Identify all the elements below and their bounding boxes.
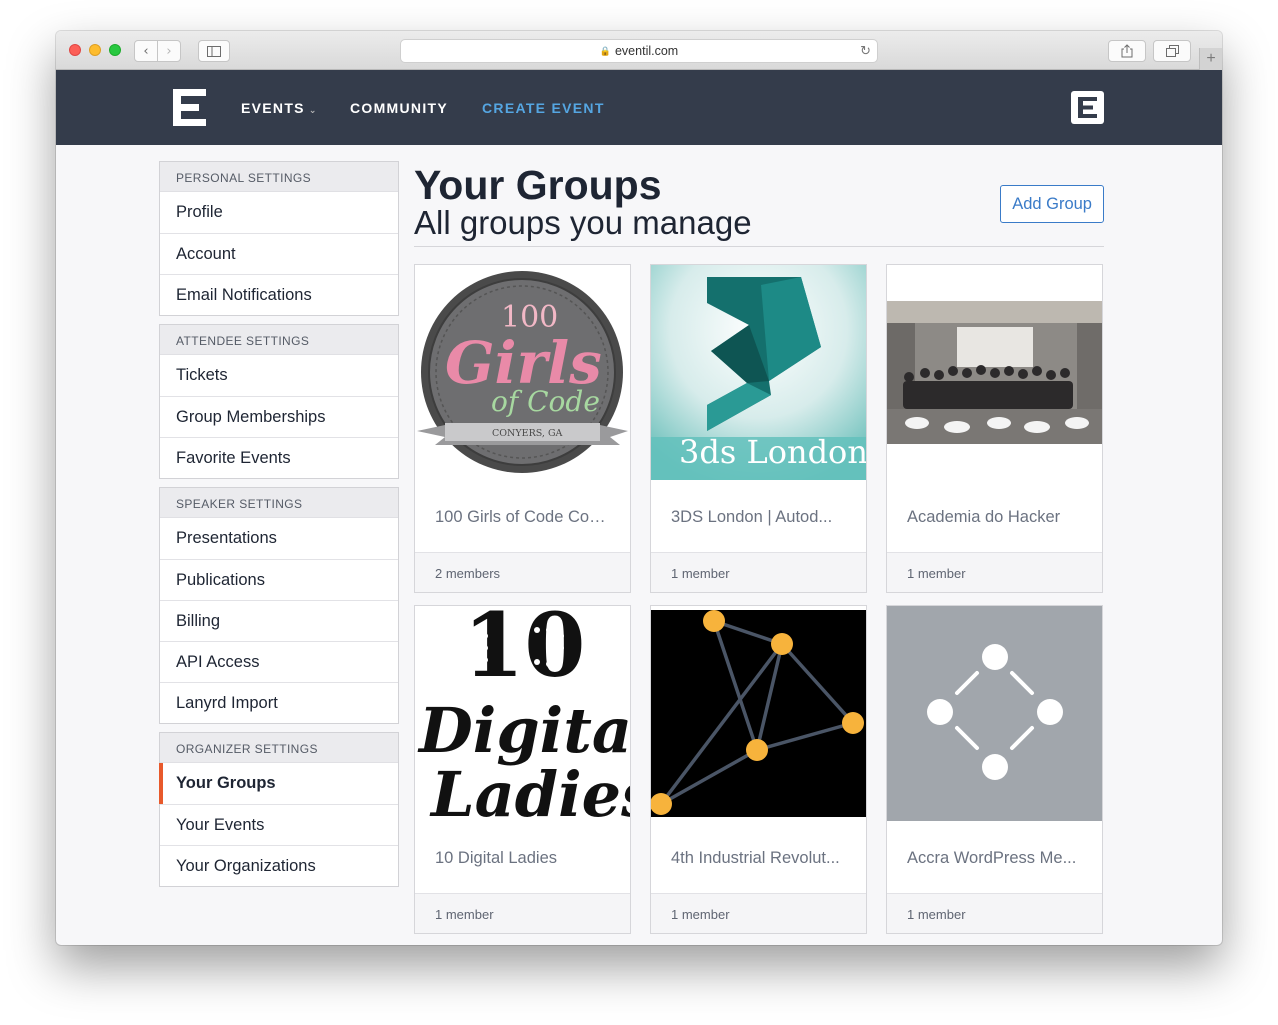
group-image-10-digital-ladies: 10 Digital Ladies [415,606,630,821]
nav-create-event[interactable]: CREATE EVENT [482,100,605,116]
nav-events-label: EVENTS [241,100,305,116]
group-name[interactable]: Academia do Hacker [887,480,1102,552]
group-card[interactable]: 4th Industrial Revolut... 1 member [650,605,867,934]
group-name[interactable]: 100 Girls of Code Con... [415,480,630,552]
group-name[interactable]: 4th Industrial Revolut... [651,821,866,893]
sidebar-header: SPEAKER SETTINGS [160,488,398,518]
member-count: 1 member [887,552,1102,592]
group-name[interactable]: 10 Digital Ladies [415,821,630,893]
group-image-3ds-london: 3ds London [651,265,866,480]
personal-settings-group: PERSONAL SETTINGS Profile Account Email … [159,161,399,316]
plus-icon: + [1206,50,1216,67]
chevron-right-icon: › [166,43,172,59]
sidebar-icon [207,45,221,57]
user-avatar[interactable] [1071,91,1104,124]
badge-text-location: CONYERS, GA [492,428,563,439]
close-window-button[interactable] [69,44,81,56]
sidebar-item-group-memberships[interactable]: Group Memberships [160,396,398,437]
member-count: 1 member [415,893,630,933]
share-button[interactable] [1108,40,1146,62]
sidebar-item-presentations[interactable]: Presentations [160,518,398,559]
eventil-logo[interactable] [173,89,206,126]
organizer-settings-group: ORGANIZER SETTINGS Your Groups Your Even… [159,732,399,887]
group-name[interactable]: 3DS London | Autod... [651,480,866,552]
nav-events[interactable]: EVENTS ⌄ [241,100,318,116]
group-card[interactable]: Accra WordPress Me... 1 member [886,605,1103,934]
group-image-academia-do-hacker [887,265,1102,480]
speaker-settings-group: SPEAKER SETTINGS Presentations Publicati… [159,487,399,724]
sidebar-item-tickets[interactable]: Tickets [160,355,398,396]
settings-sidebar: PERSONAL SETTINGS Profile Account Email … [159,161,399,895]
group-placeholder-icon [927,644,1063,780]
badge-text-of-code: of Code [491,385,600,418]
minimize-window-button[interactable] [89,44,101,56]
eventil-avatar-icon [1078,97,1097,118]
group-image-100-girls-of-code: 100 Girls of Code CONYERS, GA [415,265,630,480]
sidebar-item-your-organizations[interactable]: Your Organizations [160,845,398,886]
forward-button[interactable]: › [157,40,181,62]
sidebar-item-email-notifications[interactable]: Email Notifications [160,274,398,315]
attendee-settings-group: ATTENDEE SETTINGS Tickets Group Membersh… [159,324,399,479]
group-image-4th-industrial-revolution [651,606,866,821]
add-group-button[interactable]: Add Group [1000,185,1104,223]
chevron-down-icon: ⌄ [308,105,318,115]
sidebar-toggle-button[interactable] [198,40,230,62]
tab-overview-button[interactable] [1153,40,1191,62]
group-card[interactable]: 3ds London 3DS London | Autod... 1 membe… [650,264,867,593]
zoom-window-button[interactable] [109,44,121,56]
group-placeholder-image [887,606,1102,821]
address-bar[interactable]: 🔒 eventil.com ↻ [400,39,878,63]
new-tab-button[interactable]: + [1199,48,1222,70]
sidebar-header: ATTENDEE SETTINGS [160,325,398,355]
site-navbar: EVENTS ⌄ COMMUNITY CREATE EVENT [56,70,1222,145]
sidebar-item-favorite-events[interactable]: Favorite Events [160,437,398,478]
member-count: 1 member [887,893,1102,933]
group-card[interactable]: 100 Girls of Code CONYERS, GA 100 Girls … [414,264,631,593]
sidebar-item-profile[interactable]: Profile [160,192,398,233]
group-card[interactable]: Academia do Hacker 1 member [886,264,1103,593]
member-count: 2 members [415,552,630,592]
logo-text-3ds-london: 3ds London [679,433,866,471]
title-divider [414,246,1104,247]
logo-text-digital: Digital [417,694,630,767]
member-count: 1 member [651,893,866,933]
tabs-icon [1165,45,1179,57]
group-card[interactable]: 10 Digital Ladies 10 Digital Ladies 1 me… [414,605,631,934]
chevron-left-icon: ‹ [143,43,149,59]
sidebar-item-publications[interactable]: Publications [160,559,398,600]
lock-icon: 🔒 [599,45,611,56]
sidebar-item-your-groups[interactable]: Your Groups [159,763,398,804]
share-icon [1121,44,1133,58]
sidebar-item-billing[interactable]: Billing [160,600,398,641]
reload-icon[interactable]: ↻ [860,43,871,59]
url-text: eventil.com [614,44,679,58]
sidebar-header: ORGANIZER SETTINGS [160,733,398,763]
browser-window: ‹ › 🔒 eventil.com ↻ + EVENTS ⌄ COMMUNITY … [56,31,1222,945]
group-name[interactable]: Accra WordPress Me... [887,821,1102,893]
sidebar-item-your-events[interactable]: Your Events [160,804,398,845]
browser-toolbar: ‹ › 🔒 eventil.com ↻ + [56,31,1222,70]
sidebar-item-lanyrd-import[interactable]: Lanyrd Import [160,682,398,723]
logo-text-ladies: Ladies [429,758,630,821]
nav-community[interactable]: COMMUNITY [350,100,448,116]
back-button[interactable]: ‹ [134,40,158,62]
sidebar-header: PERSONAL SETTINGS [160,162,398,192]
logo-text-10: 10 [463,606,585,697]
member-count: 1 member [651,552,866,592]
sidebar-item-api-access[interactable]: API Access [160,641,398,682]
main-content: Your Groups All groups you manage Add Gr… [414,161,1104,934]
sidebar-item-account[interactable]: Account [160,233,398,274]
